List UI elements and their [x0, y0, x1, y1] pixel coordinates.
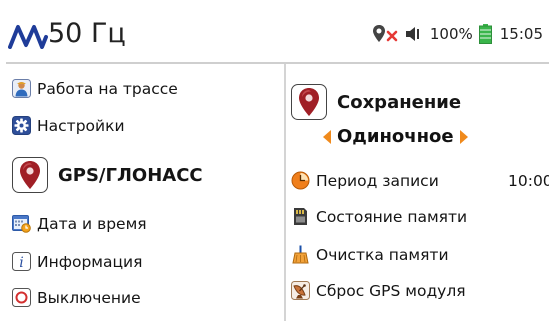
calendar-clock-icon: [12, 215, 31, 233]
menu-item-label: Информация: [37, 252, 143, 271]
save-title: Сохранение: [337, 91, 462, 113]
header-divider: [6, 62, 549, 64]
battery-icon: [478, 24, 492, 44]
menu-item-work[interactable]: Работа на трассе: [12, 79, 178, 98]
menu-item-gps-reset[interactable]: Сброс GPS модуля: [291, 281, 466, 300]
menu-item-datetime[interactable]: Дата и время: [12, 214, 147, 233]
menu-item-label: Работа на трассе: [37, 79, 178, 98]
menu-item-info[interactable]: i Информация: [12, 252, 142, 271]
menu-item-memory-status[interactable]: Состояние памяти: [291, 207, 467, 226]
menu-item-settings[interactable]: Настройки: [12, 116, 125, 135]
menu-item-label: Сброс GPS модуля: [316, 281, 466, 300]
menu-item-shutdown[interactable]: Выключение: [12, 288, 141, 307]
gear-icon: [12, 116, 31, 135]
memory-card-icon: [294, 208, 307, 225]
satellite-dish-icon: [291, 281, 310, 300]
menu-item-label: Настройки: [37, 116, 125, 135]
location-pin-icon: [12, 157, 48, 193]
menu-item-label: Выключение: [37, 288, 141, 307]
battery-percent: 100%: [429, 25, 473, 43]
menu-item-label: Период записи: [316, 171, 439, 190]
menu-item-record-period[interactable]: Период записи: [291, 171, 439, 190]
arrow-left-icon[interactable]: [322, 129, 332, 145]
gps-disabled-icon: [372, 25, 398, 42]
broom-icon: [292, 245, 309, 264]
svg-text:i: i: [19, 255, 23, 271]
location-pin-icon: [291, 84, 327, 120]
menu-item-label: GPS/ГЛОНАСС: [58, 164, 203, 186]
panel-divider: [284, 64, 286, 321]
worker-icon: [12, 79, 31, 98]
timer-icon: [291, 171, 310, 190]
speaker-icon: [405, 27, 419, 41]
menu-item-label: Дата и время: [37, 214, 147, 233]
power-icon: [12, 288, 31, 307]
status-indicators: 100% 15:05: [366, 24, 549, 44]
menu-item-memory-clear[interactable]: Очистка памяти: [291, 245, 449, 264]
mode-value: Одиночное: [337, 126, 454, 147]
info-icon: i: [12, 252, 31, 271]
clock: 15:05: [499, 25, 543, 43]
status-bar: 50 Гц 100% 15:05: [0, 0, 549, 62]
arrow-right-icon[interactable]: [459, 129, 469, 145]
save-header: Сохранение: [291, 84, 461, 120]
menu-item-label: Очистка памяти: [316, 245, 449, 264]
menu-item-label: Состояние памяти: [316, 207, 468, 226]
record-period-value: 10:00: [508, 172, 549, 190]
frequency-readout: 50 Гц: [48, 18, 126, 49]
menu-item-gps[interactable]: GPS/ГЛОНАСС: [12, 157, 203, 193]
signal-logo-icon: [8, 25, 48, 49]
mode-selector[interactable]: Одиночное: [322, 126, 469, 147]
